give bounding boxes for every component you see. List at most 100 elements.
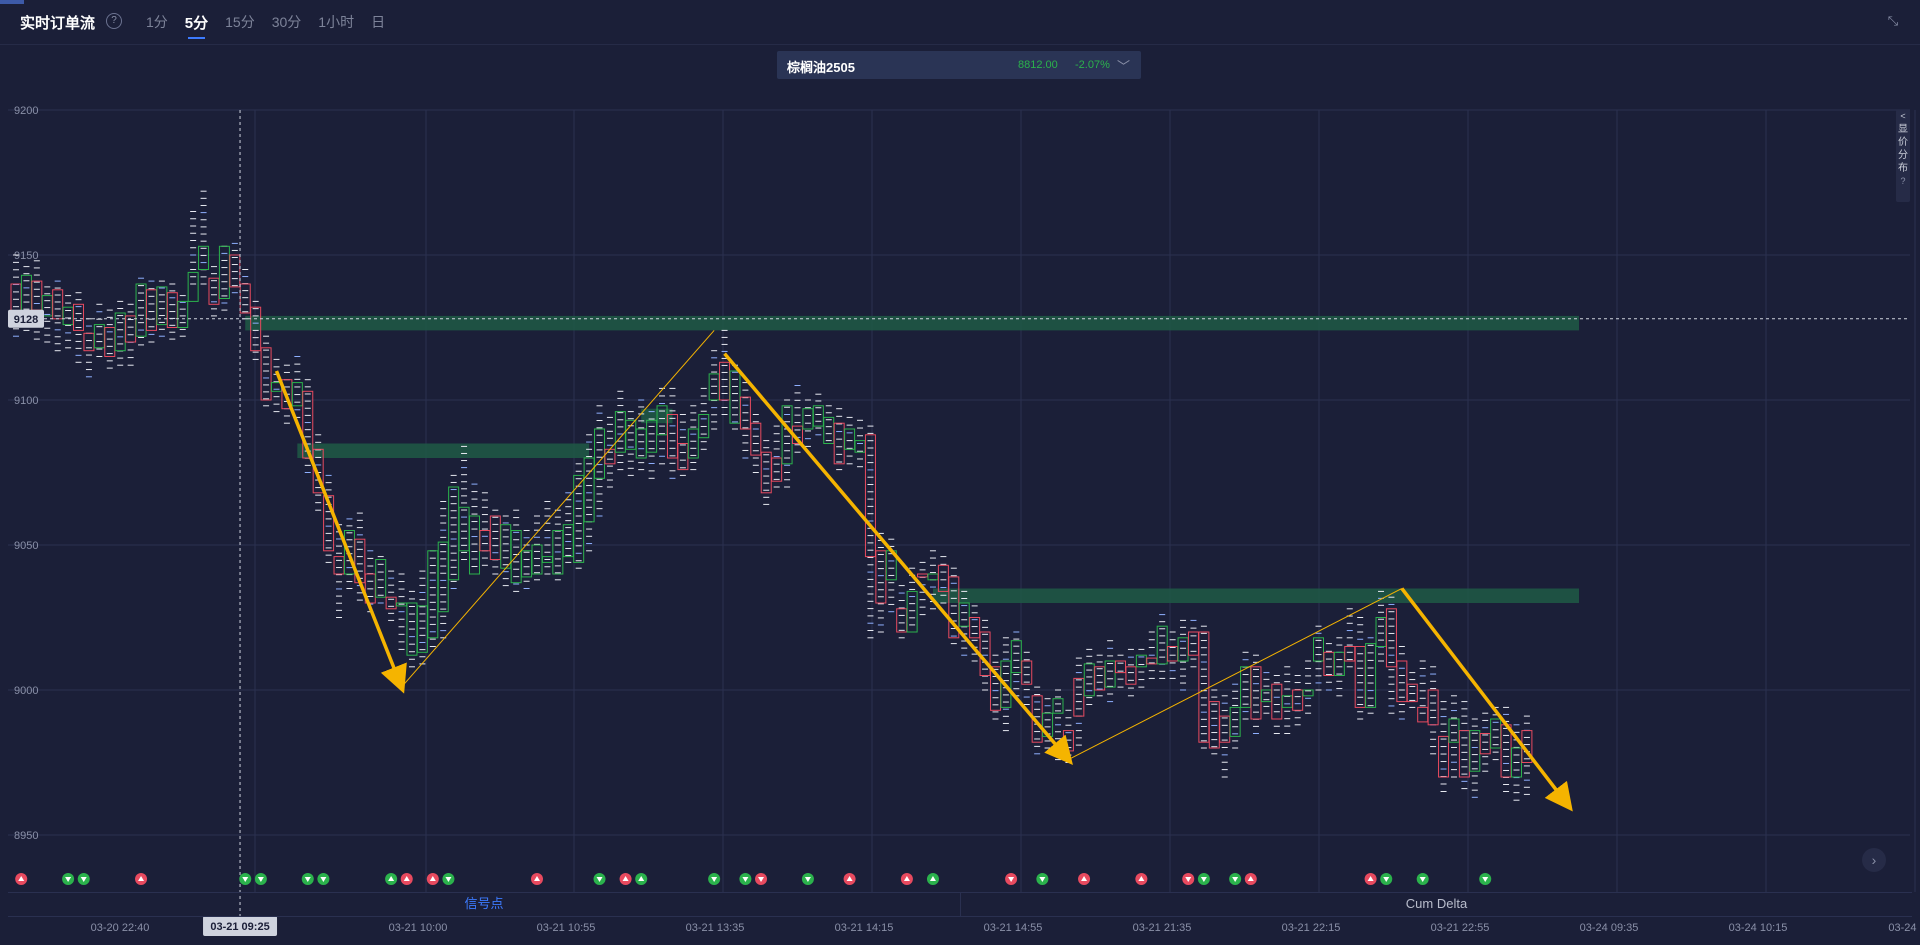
candle xyxy=(1167,631,1179,679)
candle xyxy=(218,245,230,311)
candle xyxy=(573,463,585,569)
candle-body xyxy=(1479,733,1491,755)
candle xyxy=(396,573,408,650)
candle-body xyxy=(229,254,241,288)
tab-cum-delta[interactable]: Cum Delta xyxy=(961,893,1912,916)
candle xyxy=(468,483,480,575)
candle xyxy=(1208,689,1220,755)
candle-body xyxy=(1323,651,1335,676)
candle xyxy=(771,425,783,488)
candle-body xyxy=(1427,689,1439,726)
indicator-tabs: 信号点 Cum Delta xyxy=(8,892,1912,917)
x-tick-label: 03-21 10:55 xyxy=(537,922,596,934)
candle xyxy=(448,474,460,589)
candle xyxy=(541,501,553,575)
candle xyxy=(1073,657,1085,746)
candle-body xyxy=(708,373,720,401)
candle xyxy=(1187,619,1199,668)
candle-body xyxy=(906,590,918,633)
candle xyxy=(271,358,282,413)
x-tick-label: 03-24 1 xyxy=(1888,922,1920,934)
candle-body xyxy=(802,408,814,430)
candle-body xyxy=(875,550,887,604)
candle xyxy=(739,382,751,459)
candle-body xyxy=(1469,730,1481,772)
candle-body xyxy=(646,419,658,453)
candle-body xyxy=(854,440,866,453)
candle-body xyxy=(1500,724,1512,778)
candle-body xyxy=(1229,706,1241,737)
tab-signals[interactable]: 信号点 xyxy=(8,893,961,916)
candle-body xyxy=(62,306,74,326)
x-tick-label: 03-24 10:15 xyxy=(1729,922,1788,934)
candle-body xyxy=(625,419,637,450)
candle-body xyxy=(333,556,345,575)
candle xyxy=(1281,666,1293,734)
candle-body xyxy=(458,506,470,552)
candle xyxy=(521,530,533,589)
candle xyxy=(1010,631,1022,697)
candle-body xyxy=(239,283,251,314)
candle xyxy=(750,414,762,473)
price-distribution-label: 显价分布 xyxy=(1898,124,1908,174)
candle-body xyxy=(1104,660,1116,688)
candle xyxy=(93,303,105,357)
candle xyxy=(1302,660,1314,714)
candle-body xyxy=(1250,666,1262,720)
candle xyxy=(375,556,387,604)
candle xyxy=(844,416,856,465)
candle xyxy=(666,387,678,479)
candle xyxy=(479,492,491,566)
candle-body xyxy=(729,370,741,424)
candle-body xyxy=(604,448,616,465)
candle xyxy=(1219,695,1231,778)
price-distribution-panel[interactable]: < 显价分布 ? xyxy=(1896,110,1910,202)
x-tick-label: 03-21 22:15 xyxy=(1282,922,1341,934)
candle xyxy=(135,277,147,346)
candle-body xyxy=(594,428,606,479)
candle xyxy=(125,303,137,366)
candle-body xyxy=(864,434,876,558)
candle-body xyxy=(812,405,824,427)
candle xyxy=(1240,651,1252,720)
candle-body xyxy=(771,457,783,482)
trend-arrow xyxy=(1400,587,1573,812)
candle xyxy=(1156,614,1168,679)
candle xyxy=(1146,631,1158,679)
y-tick-label: 9000 xyxy=(14,685,38,697)
y-tick-label: 9050 xyxy=(14,540,38,552)
chevron-left-icon[interactable]: < xyxy=(1896,110,1910,123)
candle-body xyxy=(583,457,595,523)
candle-body xyxy=(1396,660,1408,703)
candle xyxy=(1104,640,1116,703)
scroll-right-button[interactable]: › xyxy=(1862,848,1886,872)
x-tick-label: 03-21 14:15 xyxy=(835,922,894,934)
candle-body xyxy=(198,245,210,271)
candle-body xyxy=(1240,666,1252,708)
candle-body xyxy=(73,303,85,331)
candle-body xyxy=(927,573,939,581)
y-tick-label: 8950 xyxy=(14,830,38,842)
candle-body xyxy=(52,289,64,320)
candle-body xyxy=(1156,625,1168,665)
support-resistance-zone xyxy=(297,443,590,458)
candle xyxy=(833,408,845,471)
candle xyxy=(1021,651,1033,705)
support-resistance-zone xyxy=(245,315,1580,331)
y-tick-label: 9100 xyxy=(14,395,38,407)
candle-body xyxy=(521,550,533,578)
order-flow-chart[interactable]: 92009150910090509000895003-20 22:4003-03… xyxy=(0,0,1920,945)
help-icon[interactable]: ? xyxy=(1896,175,1910,188)
candle-body xyxy=(1167,646,1179,662)
trend-arrow xyxy=(723,352,1073,765)
y-tick-label: 9150 xyxy=(14,250,38,262)
candle xyxy=(1323,643,1335,691)
candle-body xyxy=(448,486,460,581)
candle xyxy=(1438,701,1450,792)
candle-body xyxy=(562,524,574,558)
candle-body xyxy=(1385,608,1397,668)
candle xyxy=(1354,617,1366,720)
candle xyxy=(385,570,397,621)
candle-body xyxy=(1333,651,1345,676)
candle xyxy=(1177,619,1189,691)
